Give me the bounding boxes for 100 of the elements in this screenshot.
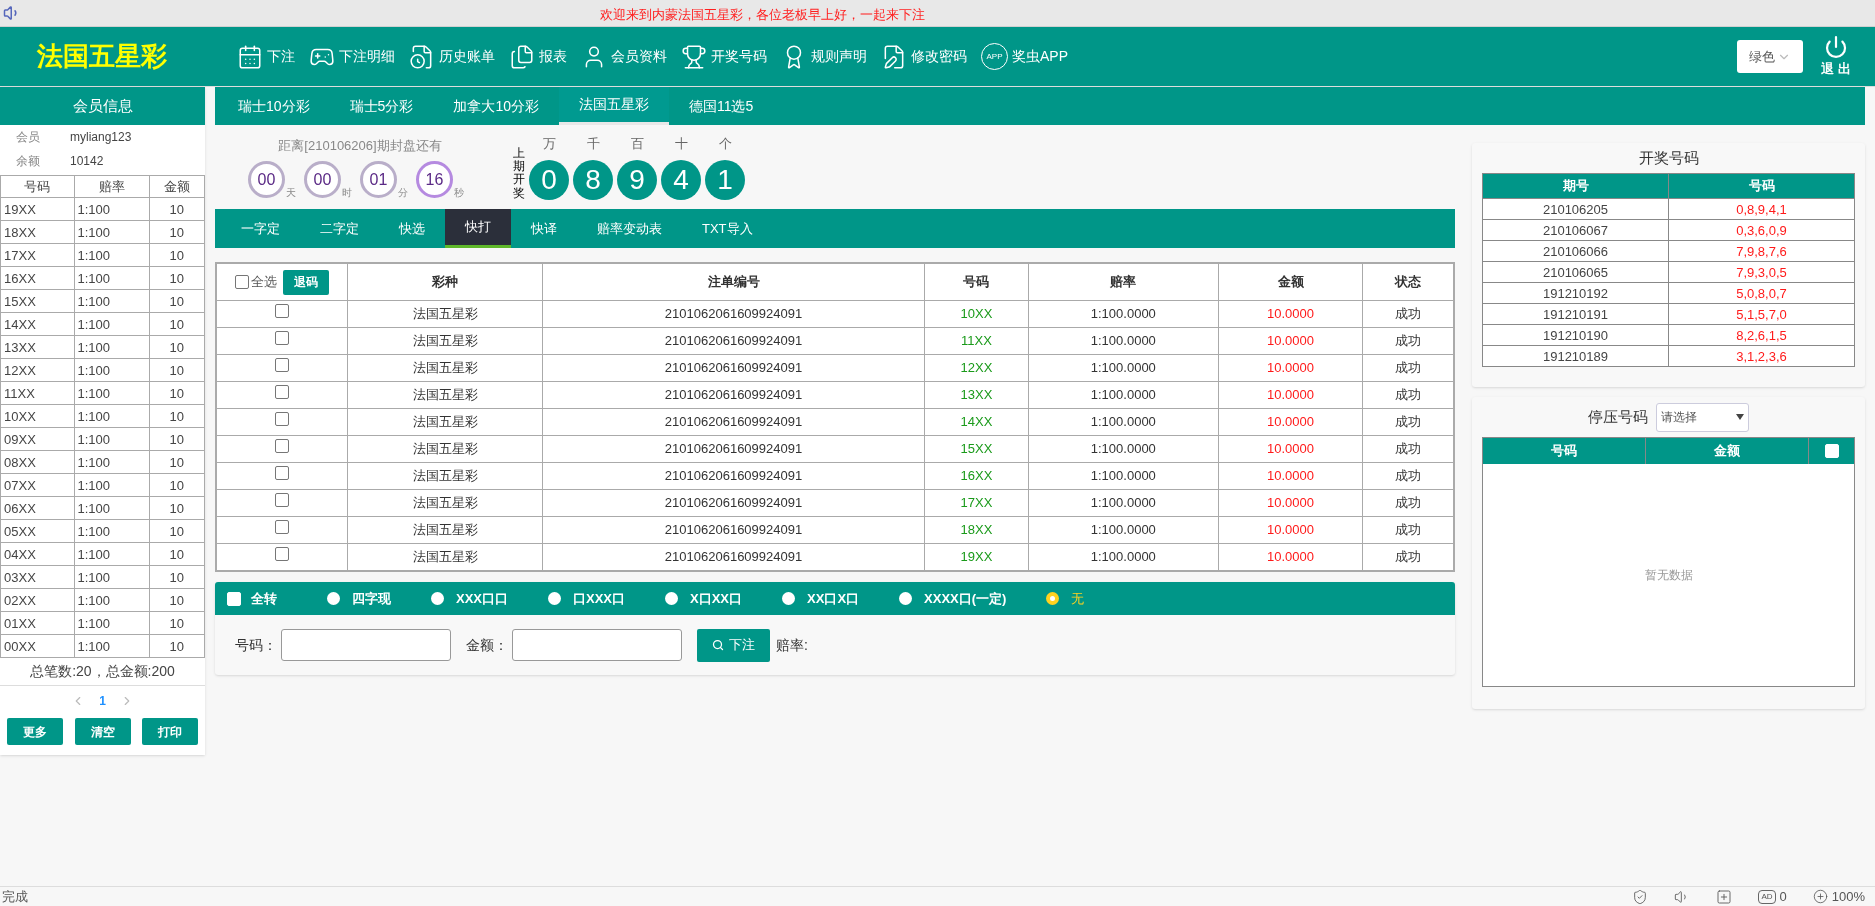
submit-button[interactable]: 下注 xyxy=(697,628,770,662)
radio-button[interactable] xyxy=(782,592,796,605)
radio-button[interactable] xyxy=(548,592,561,605)
table-cell: 1:100.0000 xyxy=(1028,300,1219,328)
checkbox[interactable] xyxy=(275,547,289,562)
nav-link[interactable]: 修改密码 xyxy=(881,43,967,70)
nav-link[interactable]: 下注 xyxy=(237,43,295,70)
play-tab[interactable]: 赔率变动表 xyxy=(577,209,682,248)
table-cell: 17XX xyxy=(0,243,74,267)
checkbox[interactable] xyxy=(275,412,289,427)
game-tab[interactable]: 加拿大10分彩 xyxy=(433,87,559,125)
option-label: X口XX口 xyxy=(690,589,743,608)
table-cell: 10 xyxy=(149,519,205,543)
table-cell: 02XX xyxy=(0,588,74,612)
shield-check-icon[interactable] xyxy=(1632,888,1649,905)
column-header: 金额 xyxy=(149,175,205,198)
ad-block-badge[interactable]: AD xyxy=(1758,889,1776,904)
table-cell: 1:100.0000 xyxy=(1028,489,1219,517)
game-tab[interactable]: 瑞士10分彩 xyxy=(218,87,330,125)
table-cell: 10.0000 xyxy=(1218,543,1363,571)
option-label: XXXX口(一定) xyxy=(924,589,1007,608)
table-cell: 5,0,8,0,7 xyxy=(1668,282,1855,304)
table-cell: 2101062061609924091 xyxy=(542,408,925,436)
amount-label: 金额： xyxy=(466,635,508,655)
table-cell: 06XX xyxy=(0,496,74,520)
checkbox[interactable] xyxy=(275,331,289,346)
checkbox[interactable] xyxy=(275,520,289,535)
play-tab[interactable]: 快打 xyxy=(445,209,511,248)
checkbox[interactable] xyxy=(275,439,289,454)
table-cell: 1:100 xyxy=(74,496,150,520)
theme-select[interactable]: 绿色 xyxy=(1737,40,1804,73)
checkbox[interactable] xyxy=(275,385,289,400)
table-cell: 1:100 xyxy=(74,335,150,359)
action-button[interactable]: 打印 xyxy=(142,718,198,745)
action-button[interactable]: 更多 xyxy=(7,718,63,745)
radio-button[interactable] xyxy=(327,592,340,605)
table-cell: 1:100.0000 xyxy=(1028,516,1219,544)
nav-link[interactable]: 历史账单 xyxy=(409,43,495,70)
checkbox[interactable] xyxy=(275,493,289,508)
play-tab[interactable]: TXT导入 xyxy=(682,209,773,248)
table-cell: 210106066 xyxy=(1482,240,1669,262)
nav-link[interactable]: 报表 xyxy=(509,43,567,70)
nav-link[interactable]: APP 奖虫APP xyxy=(981,43,1068,70)
game-tab[interactable]: 法国五星彩 xyxy=(558,87,669,125)
play-tab[interactable]: 快译 xyxy=(511,209,577,248)
play-tab[interactable]: 一字定 xyxy=(221,209,300,248)
table-cell: 18XX xyxy=(0,220,74,244)
nav-link[interactable]: 开奖号码 xyxy=(681,43,767,70)
table-cell: 1:100 xyxy=(74,381,150,405)
table-cell: 3,1,2,3,6 xyxy=(1668,345,1855,367)
table-cell: 法国五星彩 xyxy=(347,462,543,490)
column-header: 号码 xyxy=(924,263,1029,301)
table-cell: 2101062061609924091 xyxy=(542,516,925,544)
table-cell: 法国五星彩 xyxy=(347,300,543,328)
table-cell: 10 xyxy=(149,220,205,244)
table-cell: 法国五星彩 xyxy=(347,327,543,355)
refund-button[interactable]: 退码 xyxy=(283,269,329,295)
summary-text: 总笔数:20，总金额:200 xyxy=(0,658,205,686)
amount-input[interactable] xyxy=(512,629,682,661)
column-header: 号码 xyxy=(1668,173,1855,199)
radio-button[interactable] xyxy=(1046,592,1060,605)
radio-button[interactable] xyxy=(431,592,444,605)
table-cell: 2101062061609924091 xyxy=(542,354,925,382)
search-icon xyxy=(712,639,724,651)
checkbox[interactable] xyxy=(275,358,289,373)
table-cell: 成功 xyxy=(1362,327,1454,355)
table-cell: 1:100 xyxy=(74,289,150,313)
table-cell: 10 xyxy=(149,312,205,336)
table-cell: 1:100.0000 xyxy=(1028,462,1219,490)
table-cell: 1:100 xyxy=(74,358,150,382)
table-cell: 10 xyxy=(149,243,205,267)
action-button[interactable]: 清空 xyxy=(74,718,131,745)
plus-box-icon[interactable] xyxy=(1716,888,1733,905)
checkbox[interactable] xyxy=(275,304,289,319)
table-cell: 2101062061609924091 xyxy=(542,543,925,571)
table-cell: 210106065 xyxy=(1482,261,1669,283)
stop-select[interactable]: 请选择 xyxy=(1656,402,1749,432)
number-input[interactable] xyxy=(281,629,451,661)
nav-link[interactable]: 下注明细 xyxy=(309,43,395,70)
page-link[interactable]: 1 xyxy=(99,692,106,710)
table-cell: 10 xyxy=(149,289,205,313)
checkbox[interactable] xyxy=(275,466,289,481)
table-cell: 10.0000 xyxy=(1218,408,1363,436)
nav-link[interactable]: 规则声明 xyxy=(781,43,867,70)
game-tab[interactable]: 瑞士5分彩 xyxy=(329,87,434,125)
column-header: 注单编号 xyxy=(542,263,925,301)
zoom-icon[interactable] xyxy=(1812,889,1828,904)
nav-link[interactable]: 会员资料 xyxy=(581,43,667,70)
logout-button[interactable]: 退 出 xyxy=(1821,34,1851,79)
radio-button[interactable] xyxy=(665,592,679,605)
play-tab[interactable]: 快选 xyxy=(379,209,445,248)
play-tab[interactable]: 二字定 xyxy=(300,209,379,248)
radio-button[interactable] xyxy=(899,592,913,605)
table-cell: 191210191 xyxy=(1482,303,1669,325)
game-tab[interactable]: 德国11选5 xyxy=(668,87,774,125)
checkbox[interactable] xyxy=(235,275,249,289)
table-cell: 10 xyxy=(149,473,205,497)
table-cell: 14XX xyxy=(0,312,74,336)
table-cell: 1:100 xyxy=(74,519,150,543)
digit-position: 十 xyxy=(673,135,689,154)
